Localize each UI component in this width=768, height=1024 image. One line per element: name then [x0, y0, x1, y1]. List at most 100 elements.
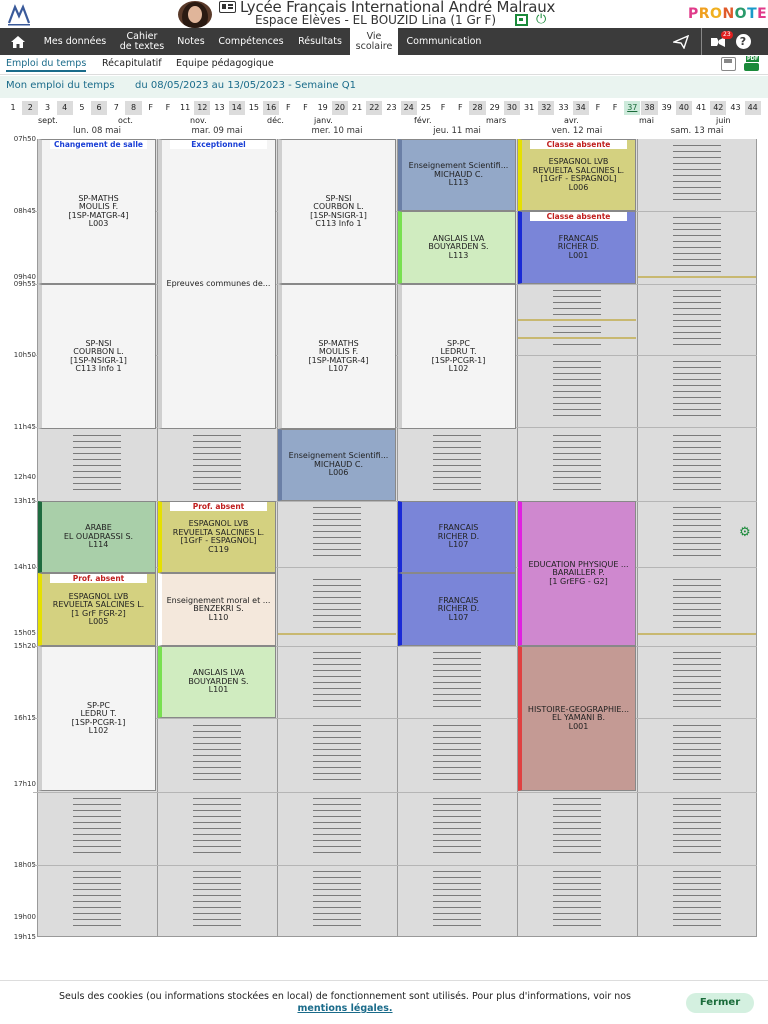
pdf-print-icon[interactable]: PDF	[743, 56, 760, 72]
lesson-cell[interactable]: Enseignement Scientifi... MICHAUD C. L006	[278, 429, 396, 501]
page-title-bar: Mon emploi du temps du 08/05/2023 au 13/…	[0, 76, 768, 98]
week-8[interactable]: 8	[125, 101, 143, 115]
week-36[interactable]: F	[607, 101, 625, 115]
week-16[interactable]: 16	[263, 101, 281, 115]
week-14[interactable]: 14	[228, 101, 246, 115]
week-20[interactable]: 20	[331, 101, 349, 115]
week-41[interactable]: 41	[693, 101, 711, 115]
week-12[interactable]: 12	[194, 101, 212, 115]
week-24[interactable]: 24	[400, 101, 418, 115]
lesson-cell[interactable]: Changement de salle SP-MATHS MOULIS F. [1SP…	[38, 139, 156, 284]
lesson-cell[interactable]: ARABE EL OUADRASSI S. L114	[38, 501, 156, 573]
week-7[interactable]: 7	[108, 101, 126, 115]
lesson-cell[interactable]: SP-MATHS MOULIS F. [1SP-MATGR-4] L107	[278, 284, 396, 429]
week-22[interactable]: 22	[366, 101, 384, 115]
lesson-cell[interactable]: HISTOIRE-GEOGRAPHIE... EL YAMANI B. L001	[518, 646, 636, 791]
help-icon[interactable]: ?	[733, 28, 753, 55]
week-11[interactable]: 11	[177, 101, 195, 115]
lesson-cell[interactable]: Classe absente FRANCAIS RICHER D. L001	[518, 211, 636, 284]
qr-code-icon[interactable]	[515, 14, 528, 26]
week-4[interactable]: 4	[56, 101, 74, 115]
week-25[interactable]: 25	[417, 101, 435, 115]
week-30[interactable]: 30	[503, 101, 521, 115]
nav-item-cahier-de-textes[interactable]: Cahier de textes	[117, 28, 167, 55]
week-1[interactable]: 1	[5, 101, 23, 115]
close-cookie-button[interactable]: Fermer	[686, 993, 754, 1013]
notifications-icon[interactable]: 23	[706, 28, 733, 55]
day-label: jeu. 11 mai	[433, 126, 481, 136]
tab-emploi-du-temps[interactable]: Emploi du temps	[6, 58, 87, 72]
legal-mentions-link[interactable]: mentions légales.	[297, 1003, 392, 1014]
week-26[interactable]: F	[435, 101, 453, 115]
week-42[interactable]: 42	[710, 101, 728, 115]
nav-item-communication[interactable]: Communication	[402, 28, 486, 55]
week-18[interactable]: F	[297, 101, 315, 115]
home-icon[interactable]	[6, 28, 30, 55]
week-27[interactable]: F	[452, 101, 470, 115]
week-21[interactable]: 21	[349, 101, 367, 115]
lesson-cell[interactable]: SP-PC LEDRU T. [1SP-PCGR-1] L102	[38, 646, 156, 791]
week-6[interactable]: 6	[91, 101, 109, 115]
week-37[interactable]: 37	[624, 101, 642, 115]
settings-gear-icon[interactable]: ⚙	[739, 526, 751, 540]
week-40[interactable]: 40	[675, 101, 693, 115]
week-39[interactable]: 39	[658, 101, 676, 115]
lesson-cell[interactable]: FRANCAIS RICHER D. L107	[398, 573, 516, 646]
lesson-cell[interactable]: Enseignement moral et ... BENZEKRI S. L110	[158, 573, 276, 646]
week-44[interactable]: 44	[744, 101, 762, 115]
week-29[interactable]: 29	[486, 101, 504, 115]
week-35[interactable]: F	[589, 101, 607, 115]
lesson-cell[interactable]: ANGLAIS LVA BOUYARDEN S. L113	[398, 211, 516, 284]
school-logo-icon	[7, 4, 31, 26]
lesson-cell[interactable]: Enseignement Scientifi... MICHAUD C. L113	[398, 139, 516, 211]
week-23[interactable]: 23	[383, 101, 401, 115]
lesson-cell[interactable]: Classe absente ESPAGNOL LVB REVUELTA SALCI…	[518, 139, 636, 211]
nav-item-notes[interactable]: Notes	[172, 28, 210, 55]
lesson-cell[interactable]: SP-NSI COURBON L. [1SP-NSIGR-1] C113 Info 1	[278, 139, 396, 284]
week-28[interactable]: 28	[469, 101, 487, 115]
week-43[interactable]: 43	[727, 101, 745, 115]
week-17[interactable]: F	[280, 101, 298, 115]
tab-recapitulatif[interactable]: Récapitulatif	[102, 58, 162, 69]
week-13[interactable]: 13	[211, 101, 229, 115]
lesson-cell[interactable]: SP-NSI COURBON L. [1SP-NSIGR-1] C113 Info 1	[38, 284, 156, 429]
lesson-cell[interactable]: Exceptionnel Epreuves communes de...	[158, 139, 276, 429]
nav-item-competences[interactable]: Compétences	[214, 28, 288, 55]
lesson-cell[interactable]: SP-PC LEDRU T. [1SP-PCGR-1] L102	[398, 284, 516, 429]
time-label: 15h20	[13, 642, 36, 650]
week-5[interactable]: 5	[73, 101, 91, 115]
empty-slot	[673, 145, 721, 205]
week-38[interactable]: 38	[641, 101, 659, 115]
lesson-cell[interactable]: Prof. absent ESPAGNOL LVB REVUELTA SALCINE…	[158, 501, 276, 573]
tab-equipe-pedagogique[interactable]: Equipe pédagogique	[176, 58, 274, 69]
send-message-icon[interactable]	[670, 28, 692, 55]
lesson-cell[interactable]: ANGLAIS LVA BOUYARDEN S. L101	[158, 646, 276, 718]
week-15[interactable]: 15	[245, 101, 263, 115]
lesson-cell[interactable]: FRANCAIS RICHER D. L107	[398, 501, 516, 573]
week-19[interactable]: 19	[314, 101, 332, 115]
logout-icon[interactable]: ⏻	[536, 13, 546, 27]
empty-slot	[673, 579, 721, 633]
nav-item-vie-scolaire[interactable]: Vie scolaire	[350, 28, 398, 55]
id-card-icon[interactable]	[219, 1, 236, 13]
week-34[interactable]: 34	[572, 101, 590, 115]
lesson-line: REVUELTA SALCINES L.	[532, 166, 625, 175]
week-9[interactable]: F	[142, 101, 160, 115]
week-10[interactable]: F	[159, 101, 177, 115]
nav-item-mes-donnees[interactable]: Mes données	[40, 28, 110, 55]
week-2[interactable]: 2	[22, 101, 40, 115]
lesson-cell[interactable]: Prof. absent ESPAGNOL LVB REVUELTA SALCINE…	[38, 573, 156, 646]
empty-slot	[313, 579, 361, 633]
empty-slot	[73, 435, 121, 493]
student-avatar[interactable]	[178, 1, 212, 28]
month-label: juin	[716, 116, 731, 125]
lesson-line: SP-PC	[86, 701, 111, 710]
nav-item-resultats[interactable]: Résultats	[293, 28, 347, 55]
week-33[interactable]: 33	[555, 101, 573, 115]
save-icon[interactable]	[721, 57, 736, 71]
week-31[interactable]: 31	[521, 101, 539, 115]
week-32[interactable]: 32	[538, 101, 556, 115]
week-3[interactable]: 3	[39, 101, 57, 115]
lesson-line: L113	[448, 179, 469, 188]
lesson-cell[interactable]: ÉDUCATION PHYSIQUE ... BARAILLER P. [1 GrE…	[518, 501, 636, 646]
